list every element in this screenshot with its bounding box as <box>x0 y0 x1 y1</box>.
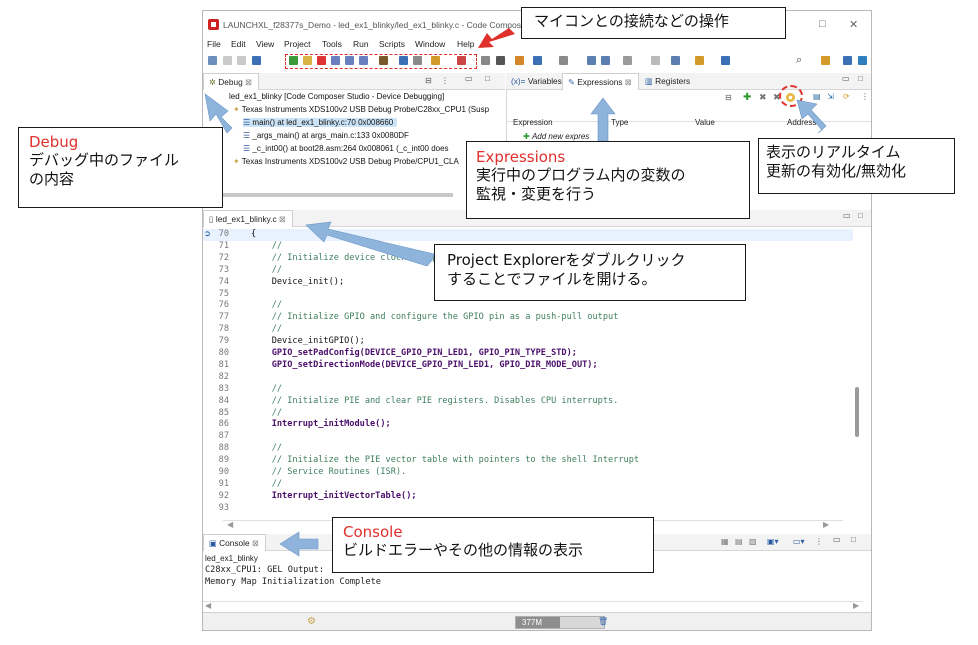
debug-annotation-line1: デバッグ中のファイル <box>29 151 180 169</box>
project-explorer-annotation-line1: Project Explorerをダブルクリック <box>447 251 686 269</box>
expressions-annotation-line1: 実行中のプログラム内の変数の <box>476 166 686 184</box>
expressions-arrow <box>590 97 616 142</box>
project-explorer-annotation-line2: することでファイルを開ける。 <box>447 270 657 288</box>
expressions-annotation-line2: 監視・変更を行う <box>476 185 597 203</box>
realtime-arrow <box>796 99 827 134</box>
realtime-annotation-line1: 表示のリアルタイム <box>766 143 901 161</box>
debug-annotation-heading: Debug <box>29 133 79 151</box>
console-annotation-line1: ビルドエラーやその他の情報の表示 <box>343 541 584 559</box>
expressions-annotation-heading: Expressions <box>476 148 566 166</box>
debug-annotation-line2: の内容 <box>29 170 75 188</box>
toolbar-red-arrow <box>478 28 515 48</box>
toolbar-annotation-text: マイコンとの接続などの操作 <box>534 12 729 30</box>
project-explorer-annotation: Project Explorerをダブルクリック することでファイルを開ける。 <box>434 244 746 301</box>
expressions-annotation: Expressions 実行中のプログラム内の変数の 監視・変更を行う <box>466 141 750 219</box>
debug-annotation: Debug デバッグ中のファイル の内容 <box>18 127 223 208</box>
realtime-annotation-line2: 更新の有効化/無効化 <box>766 162 907 180</box>
console-annotation-heading: Console <box>343 523 403 541</box>
console-arrow <box>279 531 319 557</box>
realtime-annotation: 表示のリアルタイム 更新の有効化/無効化 <box>758 138 955 194</box>
console-annotation: Console ビルドエラーやその他の情報の表示 <box>332 517 654 573</box>
toolbar-annotation: マイコンとの接続などの操作 <box>521 7 786 39</box>
project-explorer-arrow <box>305 221 435 267</box>
